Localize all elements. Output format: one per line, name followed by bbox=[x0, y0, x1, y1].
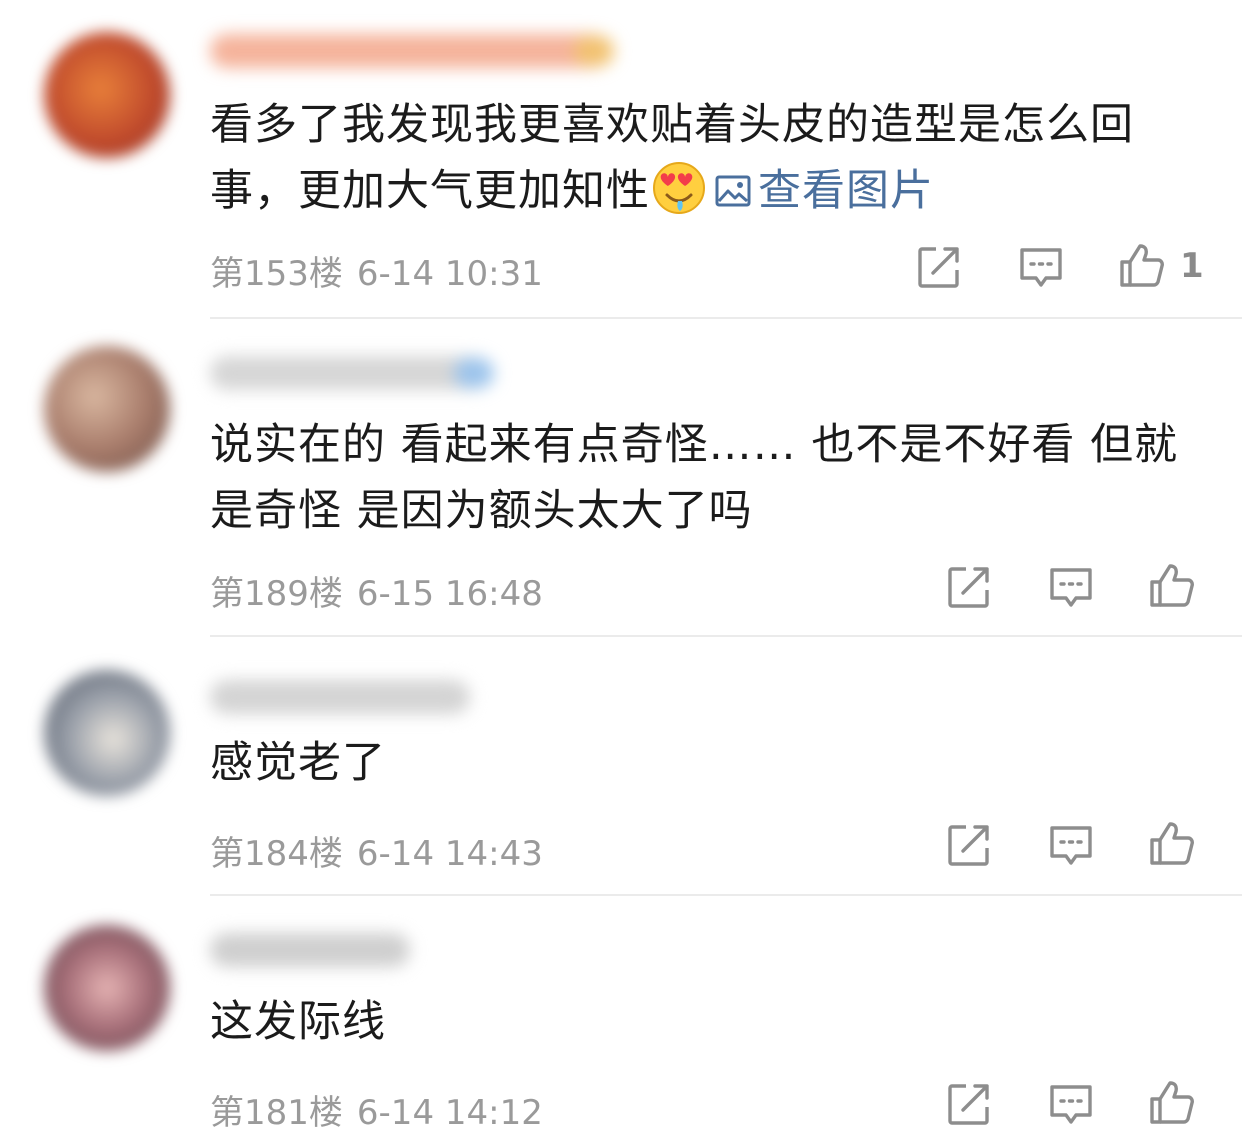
comment-item: 感觉老了 第184楼 6-14 14:43 bbox=[0, 638, 1242, 896]
like-count: 1 bbox=[1180, 246, 1204, 286]
comment-meta: 第184楼 6-14 14:43 bbox=[210, 826, 543, 875]
share-button[interactable] bbox=[946, 822, 992, 868]
divider bbox=[210, 635, 1242, 637]
username[interactable] bbox=[210, 933, 410, 967]
divider bbox=[210, 317, 1242, 319]
comment-body: 感觉老了 bbox=[210, 738, 386, 788]
floor-number: 第181楼 bbox=[210, 1093, 343, 1133]
reply-button[interactable] bbox=[1048, 564, 1094, 610]
share-button[interactable] bbox=[946, 564, 992, 610]
timestamp: 6-15 16:48 bbox=[356, 574, 543, 614]
comment-meta: 第181楼 6-14 14:12 bbox=[210, 1085, 543, 1134]
comment-body: 这发际线 bbox=[210, 997, 386, 1047]
view-picture-label: 查看图片 bbox=[758, 166, 934, 216]
divider bbox=[210, 894, 1242, 896]
avatar[interactable] bbox=[44, 32, 170, 158]
comment-body: 说实在的 看起来有点奇怪…… 也不是不好看 但就是奇怪 是因为额头太大了吗 bbox=[210, 420, 1179, 536]
like-button[interactable] bbox=[1148, 562, 1194, 608]
like-button[interactable] bbox=[1148, 1079, 1194, 1125]
heart-eyes-emoji-icon bbox=[652, 161, 706, 215]
avatar[interactable] bbox=[44, 925, 170, 1051]
floor-number: 第189楼 bbox=[210, 574, 343, 614]
comment-meta: 第153楼 6-14 10:31 bbox=[210, 246, 543, 295]
like-button[interactable] bbox=[1118, 242, 1164, 288]
comment-item: 看多了我发现我更喜欢贴着头皮的造型是怎么回事，更加大气更加知性 查看图片 第153… bbox=[0, 0, 1242, 318]
comment-item: 说实在的 看起来有点奇怪…… 也不是不好看 但就是奇怪 是因为额头太大了吗 第1… bbox=[0, 320, 1242, 636]
floor-number: 第153楼 bbox=[210, 254, 343, 294]
username[interactable] bbox=[210, 356, 494, 390]
comment-text: 说实在的 看起来有点奇怪…… 也不是不好看 但就是奇怪 是因为额头太大了吗 bbox=[210, 412, 1190, 544]
reply-button[interactable] bbox=[1048, 822, 1094, 868]
username[interactable] bbox=[210, 680, 470, 714]
comment-text: 这发际线 bbox=[210, 989, 1210, 1055]
comment-item: 这发际线 第181楼 6-14 14:12 bbox=[0, 897, 1242, 1146]
comment-text: 感觉老了 bbox=[210, 730, 1210, 796]
share-button[interactable] bbox=[946, 1081, 992, 1127]
like-button[interactable] bbox=[1148, 820, 1194, 866]
vip-badge bbox=[454, 358, 494, 388]
floor-number: 第184楼 bbox=[210, 834, 343, 874]
view-picture-link[interactable]: 查看图片 bbox=[714, 166, 934, 216]
username[interactable] bbox=[210, 34, 614, 68]
picture-icon bbox=[714, 163, 752, 207]
reply-button[interactable] bbox=[1018, 244, 1064, 290]
timestamp: 6-14 14:12 bbox=[356, 1093, 543, 1133]
avatar[interactable] bbox=[44, 346, 170, 472]
vip-badge bbox=[574, 36, 614, 66]
comment-text: 看多了我发现我更喜欢贴着头皮的造型是怎么回事，更加大气更加知性 查看图片 bbox=[210, 92, 1210, 224]
share-button[interactable] bbox=[916, 244, 962, 290]
comment-meta: 第189楼 6-15 16:48 bbox=[210, 566, 543, 615]
timestamp: 6-14 10:31 bbox=[356, 254, 543, 294]
reply-button[interactable] bbox=[1048, 1081, 1094, 1127]
timestamp: 6-14 14:43 bbox=[356, 834, 543, 874]
avatar[interactable] bbox=[44, 670, 170, 796]
